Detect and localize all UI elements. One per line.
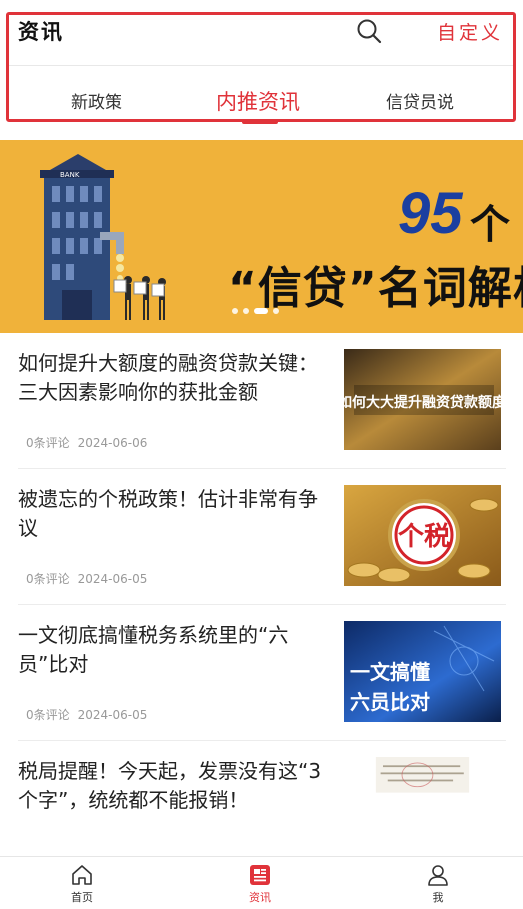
article-meta: 0条评论 2024-06-05 — [26, 706, 147, 723]
nav-home[interactable]: 首页 — [52, 863, 112, 905]
comment-count: 0条评论 — [26, 436, 70, 450]
article-item[interactable]: 一文彻底搞懂税务系统里的“六员”比对 0条评论 2024-06-05 一文搞懂 六… — [0, 605, 523, 741]
customize-button[interactable]: 自定义 — [437, 18, 503, 45]
nav-me-label: 我 — [432, 891, 444, 904]
bank-label: BANK — [60, 171, 80, 179]
article-thumbnail: 一文搞懂 六员比对 — [344, 621, 501, 722]
article-title: 税局提醒！今天起，发票没有这“3个字”，统统都不能报销！ — [18, 759, 322, 812]
carousel-dot[interactable] — [243, 307, 249, 314]
page-title: 资讯 — [18, 20, 64, 44]
tab-referral-news[interactable]: 内推资讯 — [216, 86, 300, 116]
article-title: 一文彻底搞懂税务系统里的“六员”比对 — [18, 623, 289, 676]
banner-number: 95 — [398, 181, 463, 246]
nav-home-label: 首页 — [71, 891, 93, 904]
tab-new-policy[interactable]: 新政策 — [71, 88, 122, 113]
article-item[interactable]: 被遗忘的个税政策！估计非常有争议 0条评论 2024-06-05 个税 — [0, 469, 523, 605]
svg-text:个税: 个税 — [398, 522, 450, 552]
svg-text:一文搞懂: 一文搞懂 — [350, 660, 430, 684]
user-icon — [428, 865, 448, 886]
carousel-dot[interactable] — [232, 307, 238, 314]
top-header: 资讯 自定义 新政策 内推资讯 信贷员说 — [0, 0, 523, 125]
article-meta: 0条评论 2024-06-05 — [26, 570, 147, 587]
banner-carousel[interactable]: BANK 95 个 “信贷”名词解析 — [0, 140, 523, 333]
article-meta: 0条评论 2024-06-06 — [26, 434, 147, 451]
bottom-tab-bar: 首页 资讯 我 — [0, 856, 523, 909]
active-tab-indicator — [242, 120, 278, 124]
article-item[interactable]: 如何提升大额度的融资贷款关键：三大因素影响你的获批金额 0条评论 2024-06-… — [0, 333, 523, 469]
nav-news-label: 资讯 — [249, 891, 271, 904]
tab-loan-officer-says[interactable]: 信贷员说 — [386, 88, 454, 113]
search-icon[interactable] — [356, 18, 382, 44]
article-thumbnail: 个税 — [344, 485, 501, 586]
svg-text:六员比对: 六员比对 — [350, 690, 430, 714]
carousel-indicators — [232, 300, 284, 314]
svg-text:如何大大提升融资贷款额度: 如何大大提升融资贷款额度 — [344, 394, 501, 411]
header-divider — [9, 65, 513, 66]
publish-date: 2024-06-05 — [77, 708, 148, 722]
home-icon — [72, 865, 92, 885]
article-title: 如何提升大额度的融资贷款关键：三大因素影响你的获批金额 — [18, 351, 318, 404]
publish-date: 2024-06-05 — [77, 572, 148, 586]
article-thumbnail — [375, 757, 470, 793]
nav-me[interactable]: 我 — [408, 863, 468, 905]
article-title: 被遗忘的个税政策！估计非常有争议 — [18, 487, 318, 540]
banner-counter: 个 — [470, 202, 510, 248]
news-icon — [250, 865, 270, 885]
carousel-dot[interactable] — [273, 307, 279, 314]
carousel-dot-active[interactable] — [254, 307, 268, 314]
publish-date: 2024-06-06 — [77, 436, 148, 450]
comment-count: 0条评论 — [26, 708, 70, 722]
nav-news[interactable]: 资讯 — [230, 863, 290, 905]
comment-count: 0条评论 — [26, 572, 70, 586]
category-tabs: 新政策 内推资讯 信贷员说 — [9, 70, 513, 124]
article-thumbnail: 如何大大提升融资贷款额度 — [344, 349, 501, 450]
